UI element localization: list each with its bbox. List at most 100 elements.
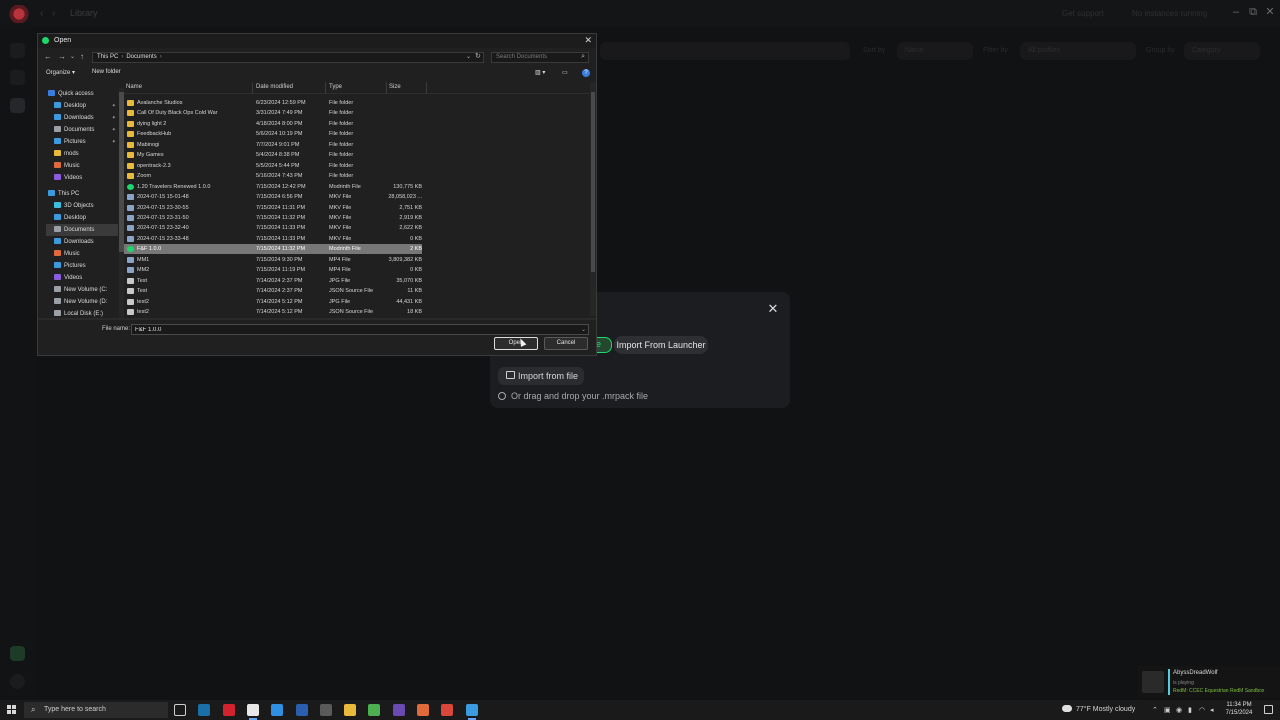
explorer-icon[interactable] <box>344 704 357 716</box>
nav-item[interactable]: Quick access <box>46 88 118 100</box>
file-row[interactable]: MM1 7/15/2024 9:30 PM MP4 File 3,809,382 KB <box>124 255 422 265</box>
file-row[interactable]: Test 7/14/2024 2:37 PM JPG File 35,070 KB <box>124 276 422 286</box>
game-icon[interactable] <box>417 704 429 716</box>
library-search-input[interactable] <box>600 42 850 60</box>
column-date-modified[interactable]: Date modified <box>256 84 293 90</box>
file-row[interactable]: 1.20 Travelers Renewed 1.0.0 7/15/2024 12… <box>124 182 422 192</box>
steam-icon[interactable] <box>198 704 211 716</box>
back-icon[interactable]: ‹ <box>40 8 43 19</box>
column-divider[interactable] <box>252 82 253 94</box>
file-row[interactable]: 2024-07-15 23-30-55 7/15/2024 11:31 PM MKV… <box>124 203 422 213</box>
task-view-icon[interactable] <box>174 704 186 716</box>
view-options-icon[interactable]: ▥ ▾ <box>535 69 545 76</box>
up-arrow-icon[interactable]: ↑ <box>80 52 84 61</box>
tray-wifi-icon[interactable]: ◠ <box>1199 706 1205 714</box>
opera-icon[interactable] <box>222 704 235 716</box>
calculator-icon[interactable] <box>319 704 332 716</box>
settings-icon[interactable] <box>10 674 25 689</box>
get-support-link[interactable]: Get support <box>1062 9 1104 18</box>
column-size[interactable]: Size <box>389 84 401 90</box>
steam-notification[interactable]: AbyssDreadWolf is playing RedM: CCEC Equ… <box>1138 666 1280 698</box>
file-row[interactable]: 2024-07-15 23-32-40 7/15/2024 11:33 PM MKV… <box>124 223 422 233</box>
file-list-scrollbar[interactable] <box>590 82 596 316</box>
nav-item[interactable]: Desktop ✦ <box>46 100 118 112</box>
search-input[interactable]: Search Documents ⌕ <box>491 52 589 63</box>
file-row[interactable]: test2 7/14/2024 5:12 PM JSON Source File 18… <box>124 307 422 316</box>
file-row[interactable]: opentrack-2.3 5/5/2024 5:44 PM File folder <box>124 161 422 171</box>
minecraft-icon[interactable] <box>368 704 381 716</box>
maximize-icon[interactable]: ⧉ <box>1247 6 1259 18</box>
file-row[interactable]: dying light 2 4/18/2024 8:00 PM File folde… <box>124 119 422 129</box>
file-row[interactable]: Avalanche Studios 6/23/2024 12:59 PM File … <box>124 98 422 108</box>
address-bar[interactable]: This PC › Documents › <box>92 52 484 63</box>
nav-item[interactable]: Pictures <box>46 260 118 272</box>
file-row[interactable]: 2024-07-15 15-01-48 7/15/2024 6:56 PM MKV … <box>124 192 422 202</box>
tab-import-from-launcher[interactable]: Import From Launcher <box>614 336 708 354</box>
windows-start-icon[interactable] <box>7 705 17 715</box>
open-button[interactable]: Open <box>494 337 538 350</box>
column-divider[interactable] <box>426 82 427 94</box>
import-from-file-button[interactable]: Import from file <box>498 367 584 385</box>
notification-center-icon[interactable] <box>1264 705 1273 714</box>
clock-time[interactable]: 11:34 PM <box>1222 702 1256 708</box>
nav-item[interactable]: New Volume (C: <box>46 284 118 296</box>
file-row[interactable]: My Games 5/4/2024 8:38 PM File folder <box>124 150 422 160</box>
file-row[interactable]: test2 7/14/2024 5:12 PM JPG File 44,431 KB <box>124 297 422 307</box>
organize-button[interactable]: Organize ▾ <box>46 69 75 76</box>
file-row[interactable]: MM2 7/15/2024 11:19 PM MP4 File 0 KB <box>124 265 422 275</box>
preview-pane-icon[interactable]: ▭ <box>562 69 568 76</box>
dialog-close-icon[interactable]: ✕ <box>584 35 592 46</box>
filter-select[interactable]: All profiles <box>1020 42 1136 60</box>
file-row[interactable]: F&F 1.0.0 7/15/2024 11:32 PM Modrinth File… <box>124 244 422 255</box>
file-name-input[interactable] <box>131 324 589 335</box>
nav-item[interactable]: New Volume (D: <box>46 296 118 308</box>
back-arrow-icon[interactable]: ← <box>44 52 52 61</box>
close-icon[interactable]: ✕ <box>766 302 780 316</box>
nav-item[interactable]: Videos <box>46 172 118 184</box>
taskbar-search[interactable]: ⌕ Type here to search <box>24 702 168 718</box>
file-name-dropdown-icon[interactable]: ⌄ <box>581 326 586 333</box>
minimize-icon[interactable]: – <box>1230 6 1242 18</box>
nav-item[interactable]: This PC <box>46 188 118 200</box>
file-row[interactable]: FeedbackHub 5/6/2024 10:19 PM File folder <box>124 129 422 139</box>
horizontal-scrollbar[interactable] <box>38 318 596 320</box>
vscode-icon[interactable] <box>271 704 284 716</box>
nav-item[interactable]: Downloads <box>46 236 118 248</box>
chrome-icon[interactable] <box>441 704 454 716</box>
nav-item[interactable]: mods <box>46 148 118 160</box>
clock-date[interactable]: 7/15/2024 <box>1222 710 1256 716</box>
refresh-icon[interactable]: ↻ <box>475 52 481 60</box>
address-dropdown-icon[interactable]: ⌄ <box>466 53 471 60</box>
column-type[interactable]: Type <box>329 84 342 90</box>
weather-widget[interactable]: 77°F Mostly cloudy <box>1062 705 1135 713</box>
obs-icon[interactable] <box>392 704 405 716</box>
cancel-button[interactable]: Cancel <box>544 337 588 350</box>
column-divider[interactable] <box>325 82 326 94</box>
address-folder[interactable]: Documents <box>126 54 156 60</box>
library-icon[interactable] <box>10 98 25 113</box>
nav-item[interactable]: Downloads ✦ <box>46 112 118 124</box>
file-row[interactable]: Call Of Duty Black Ops Cold War 3/31/2024… <box>124 108 422 118</box>
file-row[interactable]: Zoom 5/16/2024 7:43 PM File folder <box>124 171 422 181</box>
home-icon[interactable] <box>10 43 25 58</box>
tray-usb-icon[interactable]: ▮ <box>1188 706 1192 714</box>
tray-volume-icon[interactable]: ◂ <box>1210 706 1214 714</box>
r-icon[interactable] <box>295 704 308 716</box>
sort-select[interactable]: Name <box>897 42 973 60</box>
tray-app-icon[interactable]: ▣ <box>1164 706 1171 714</box>
new-folder-button[interactable]: New folder <box>92 69 121 75</box>
file-list-scroll-thumb[interactable] <box>591 92 595 272</box>
browse-icon[interactable] <box>10 70 25 85</box>
tray-chevron-icon[interactable]: ⌃ <box>1152 706 1158 714</box>
nav-item[interactable]: 3D Objects <box>46 200 118 212</box>
nav-item[interactable]: Videos <box>46 272 118 284</box>
nav-item[interactable]: Documents <box>46 224 118 236</box>
forward-icon[interactable]: › <box>52 8 55 19</box>
group-select[interactable]: Category <box>1184 42 1260 60</box>
nav-item[interactable]: Documents ✦ <box>46 124 118 136</box>
file-row[interactable]: 2024-07-15 23-33-48 7/15/2024 11:33 PM MKV… <box>124 234 422 244</box>
nav-item[interactable]: Music <box>46 248 118 260</box>
file-row[interactable]: 2024-07-15 23-31-50 7/15/2024 11:32 PM MKV… <box>124 213 422 223</box>
forward-arrow-icon[interactable]: → <box>58 52 66 61</box>
file-row[interactable]: Test 7/14/2024 2:37 PM JSON Source File 11 … <box>124 286 422 296</box>
